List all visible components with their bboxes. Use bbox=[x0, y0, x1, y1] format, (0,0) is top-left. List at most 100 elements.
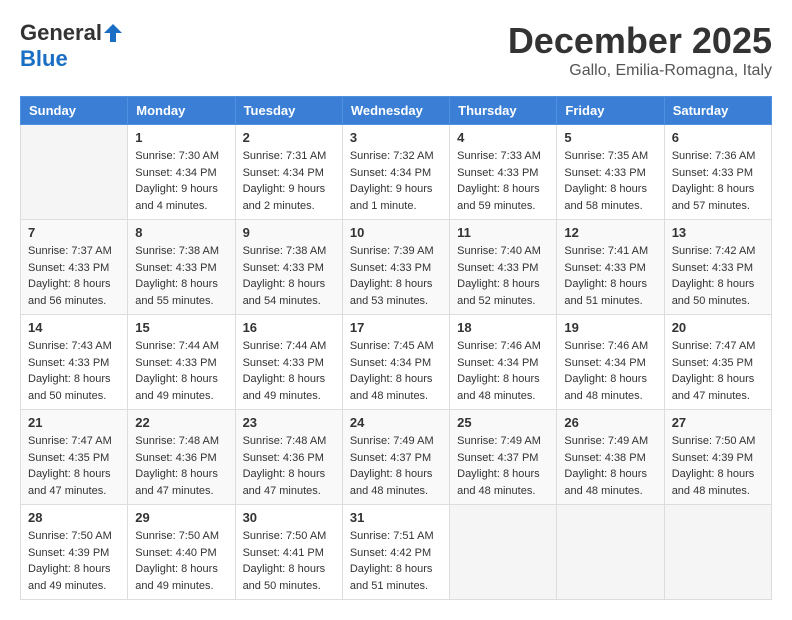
day-number: 11 bbox=[457, 225, 549, 240]
calendar-cell: 2 Sunrise: 7:31 AM Sunset: 4:34 PM Daylig… bbox=[235, 125, 342, 220]
weekday-header: Tuesday bbox=[235, 97, 342, 125]
calendar-cell bbox=[557, 505, 664, 600]
day-number: 24 bbox=[350, 415, 442, 430]
calendar-cell: 29 Sunrise: 7:50 AM Sunset: 4:40 PM Dayli… bbox=[128, 505, 235, 600]
calendar-cell: 20Sunrise: 7:47 AM Sunset: 4:35 PM Dayli… bbox=[664, 315, 771, 410]
day-number: 9 bbox=[243, 225, 335, 240]
weekday-header: Wednesday bbox=[342, 97, 449, 125]
day-info: Sunrise: 7:50 AM Sunset: 4:41 PM Dayligh… bbox=[243, 528, 335, 594]
calendar-cell: 1 Sunrise: 7:30 AM Sunset: 4:34 PM Daylig… bbox=[128, 125, 235, 220]
day-number: 4 bbox=[457, 130, 549, 145]
day-number: 16 bbox=[243, 320, 335, 335]
day-number: 20 bbox=[672, 320, 764, 335]
day-number: 10 bbox=[350, 225, 442, 240]
calendar-cell: 28 Sunrise: 7:50 AM Sunset: 4:39 PM Dayli… bbox=[21, 505, 128, 600]
calendar-cell: 5 Sunrise: 7:35 AM Sunset: 4:33 PM Daylig… bbox=[557, 125, 664, 220]
day-number: 28 bbox=[28, 510, 120, 525]
calendar-week-row: 14Sunrise: 7:43 AM Sunset: 4:33 PM Dayli… bbox=[21, 315, 772, 410]
logo-icon bbox=[103, 23, 123, 43]
day-number: 30 bbox=[243, 510, 335, 525]
calendar-week-row: 28 Sunrise: 7:50 AM Sunset: 4:39 PM Dayli… bbox=[21, 505, 772, 600]
day-info: Sunrise: 7:50 AM Sunset: 4:39 PM Dayligh… bbox=[28, 528, 120, 594]
day-info: Sunrise: 7:30 AM Sunset: 4:34 PM Dayligh… bbox=[135, 148, 227, 214]
day-number: 13 bbox=[672, 225, 764, 240]
calendar-week-row: 21Sunrise: 7:47 AM Sunset: 4:35 PM Dayli… bbox=[21, 410, 772, 505]
calendar-cell: 13 Sunrise: 7:42 AM Sunset: 4:33 PM Dayli… bbox=[664, 220, 771, 315]
day-number: 29 bbox=[135, 510, 227, 525]
day-info: Sunrise: 7:50 AM Sunset: 4:39 PM Dayligh… bbox=[672, 433, 764, 499]
day-number: 15 bbox=[135, 320, 227, 335]
calendar-cell: 10 Sunrise: 7:39 AM Sunset: 4:33 PM Dayli… bbox=[342, 220, 449, 315]
day-number: 26 bbox=[564, 415, 656, 430]
day-info: Sunrise: 7:46 AM Sunset: 4:34 PM Dayligh… bbox=[564, 338, 656, 404]
day-info: Sunrise: 7:40 AM Sunset: 4:33 PM Dayligh… bbox=[457, 243, 549, 309]
day-number: 6 bbox=[672, 130, 764, 145]
calendar-cell: 16 Sunrise: 7:44 AM Sunset: 4:33 PM Dayli… bbox=[235, 315, 342, 410]
calendar-cell bbox=[21, 125, 128, 220]
calendar-cell: 8Sunrise: 7:38 AM Sunset: 4:33 PM Daylig… bbox=[128, 220, 235, 315]
calendar-cell: 31 Sunrise: 7:51 AM Sunset: 4:42 PM Dayli… bbox=[342, 505, 449, 600]
day-number: 3 bbox=[350, 130, 442, 145]
day-info: Sunrise: 7:44 AM Sunset: 4:33 PM Dayligh… bbox=[243, 338, 335, 404]
day-info: Sunrise: 7:32 AM Sunset: 4:34 PM Dayligh… bbox=[350, 148, 442, 214]
day-number: 31 bbox=[350, 510, 442, 525]
calendar-cell: 18Sunrise: 7:46 AM Sunset: 4:34 PM Dayli… bbox=[450, 315, 557, 410]
calendar-cell: 26 Sunrise: 7:49 AM Sunset: 4:38 PM Dayli… bbox=[557, 410, 664, 505]
day-number: 23 bbox=[243, 415, 335, 430]
day-info: Sunrise: 7:33 AM Sunset: 4:33 PM Dayligh… bbox=[457, 148, 549, 214]
calendar-cell: 11 Sunrise: 7:40 AM Sunset: 4:33 PM Dayli… bbox=[450, 220, 557, 315]
calendar-cell: 17Sunrise: 7:45 AM Sunset: 4:34 PM Dayli… bbox=[342, 315, 449, 410]
day-info: Sunrise: 7:44 AM Sunset: 4:33 PM Dayligh… bbox=[135, 338, 227, 404]
day-number: 1 bbox=[135, 130, 227, 145]
calendar-week-row: 7Sunrise: 7:37 AM Sunset: 4:33 PM Daylig… bbox=[21, 220, 772, 315]
day-info: Sunrise: 7:36 AM Sunset: 4:33 PM Dayligh… bbox=[672, 148, 764, 214]
weekday-header: Thursday bbox=[450, 97, 557, 125]
day-info: Sunrise: 7:49 AM Sunset: 4:37 PM Dayligh… bbox=[457, 433, 549, 499]
day-info: Sunrise: 7:31 AM Sunset: 4:34 PM Dayligh… bbox=[243, 148, 335, 214]
day-number: 2 bbox=[243, 130, 335, 145]
day-number: 18 bbox=[457, 320, 549, 335]
calendar-cell: 7Sunrise: 7:37 AM Sunset: 4:33 PM Daylig… bbox=[21, 220, 128, 315]
calendar-table: SundayMondayTuesdayWednesdayThursdayFrid… bbox=[20, 96, 772, 600]
location-text: Gallo, Emilia-Romagna, Italy bbox=[508, 62, 772, 80]
weekday-header: Sunday bbox=[21, 97, 128, 125]
day-number: 14 bbox=[28, 320, 120, 335]
page-header: General Blue December 2025 Gallo, Emilia… bbox=[20, 20, 772, 80]
day-info: Sunrise: 7:47 AM Sunset: 4:35 PM Dayligh… bbox=[28, 433, 120, 499]
day-number: 27 bbox=[672, 415, 764, 430]
day-info: Sunrise: 7:38 AM Sunset: 4:33 PM Dayligh… bbox=[243, 243, 335, 309]
calendar-cell: 21Sunrise: 7:47 AM Sunset: 4:35 PM Dayli… bbox=[21, 410, 128, 505]
day-number: 5 bbox=[564, 130, 656, 145]
calendar-week-row: 1 Sunrise: 7:30 AM Sunset: 4:34 PM Daylig… bbox=[21, 125, 772, 220]
day-number: 19 bbox=[564, 320, 656, 335]
calendar-cell: 19 Sunrise: 7:46 AM Sunset: 4:34 PM Dayli… bbox=[557, 315, 664, 410]
day-info: Sunrise: 7:49 AM Sunset: 4:38 PM Dayligh… bbox=[564, 433, 656, 499]
day-number: 22 bbox=[135, 415, 227, 430]
logo-general-text: General bbox=[20, 20, 102, 46]
day-number: 25 bbox=[457, 415, 549, 430]
calendar-cell: 30 Sunrise: 7:50 AM Sunset: 4:41 PM Dayli… bbox=[235, 505, 342, 600]
calendar-cell: 23Sunrise: 7:48 AM Sunset: 4:36 PM Dayli… bbox=[235, 410, 342, 505]
calendar-cell: 4 Sunrise: 7:33 AM Sunset: 4:33 PM Daylig… bbox=[450, 125, 557, 220]
day-info: Sunrise: 7:35 AM Sunset: 4:33 PM Dayligh… bbox=[564, 148, 656, 214]
day-info: Sunrise: 7:42 AM Sunset: 4:33 PM Dayligh… bbox=[672, 243, 764, 309]
day-info: Sunrise: 7:50 AM Sunset: 4:40 PM Dayligh… bbox=[135, 528, 227, 594]
day-number: 12 bbox=[564, 225, 656, 240]
calendar-cell: 9 Sunrise: 7:38 AM Sunset: 4:33 PM Daylig… bbox=[235, 220, 342, 315]
month-title: December 2025 bbox=[508, 20, 772, 62]
weekday-header: Saturday bbox=[664, 97, 771, 125]
calendar-cell: 12 Sunrise: 7:41 AM Sunset: 4:33 PM Dayli… bbox=[557, 220, 664, 315]
day-info: Sunrise: 7:39 AM Sunset: 4:33 PM Dayligh… bbox=[350, 243, 442, 309]
day-number: 8 bbox=[135, 225, 227, 240]
title-area: December 2025 Gallo, Emilia-Romagna, Ita… bbox=[508, 20, 772, 80]
calendar-cell bbox=[450, 505, 557, 600]
weekday-header: Monday bbox=[128, 97, 235, 125]
day-info: Sunrise: 7:51 AM Sunset: 4:42 PM Dayligh… bbox=[350, 528, 442, 594]
weekday-header: Friday bbox=[557, 97, 664, 125]
weekday-header-row: SundayMondayTuesdayWednesdayThursdayFrid… bbox=[21, 97, 772, 125]
logo: General Blue bbox=[20, 20, 123, 72]
day-info: Sunrise: 7:45 AM Sunset: 4:34 PM Dayligh… bbox=[350, 338, 442, 404]
day-info: Sunrise: 7:41 AM Sunset: 4:33 PM Dayligh… bbox=[564, 243, 656, 309]
day-info: Sunrise: 7:37 AM Sunset: 4:33 PM Dayligh… bbox=[28, 243, 120, 309]
calendar-cell: 14Sunrise: 7:43 AM Sunset: 4:33 PM Dayli… bbox=[21, 315, 128, 410]
